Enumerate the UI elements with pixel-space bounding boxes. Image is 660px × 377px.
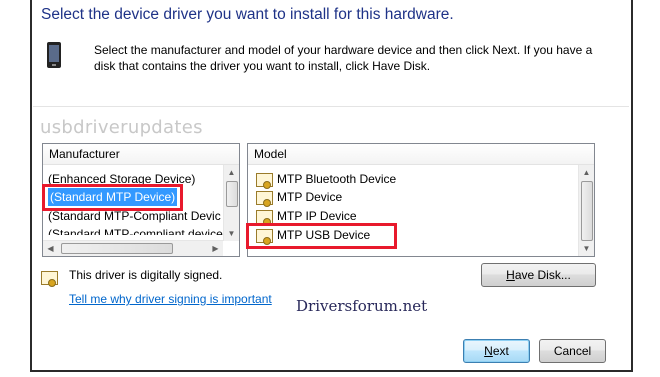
scroll-thumb[interactable] — [226, 181, 238, 207]
model-header: Model — [248, 144, 594, 165]
have-disk-button[interactable]: Have Disk... — [481, 263, 596, 287]
next-label: ext — [492, 344, 509, 358]
watermark-driversforum: Driversforum.net — [296, 297, 428, 315]
header-divider — [33, 106, 629, 107]
have-disk-label: ave Disk... — [514, 268, 571, 282]
model-vertical-scrollbar[interactable]: ▲ ▼ — [578, 165, 594, 256]
have-disk-accel: H — [506, 268, 515, 282]
manufacturer-red-highlight — [42, 184, 183, 211]
manufacturer-horizontal-scrollbar[interactable]: ◀ ▶ — [43, 240, 223, 256]
manufacturer-item[interactable]: (Standard MTP-compliant device — [48, 226, 223, 235]
watermark-usbdriverupdates: usbdriverupdates — [40, 117, 203, 138]
phone-icon — [47, 42, 61, 68]
scroll-down-icon[interactable]: ▼ — [579, 241, 594, 256]
scroll-thumb[interactable] — [581, 181, 593, 241]
manufacturer-header: Manufacturer — [43, 144, 239, 165]
scroll-down-icon[interactable]: ▼ — [224, 226, 239, 241]
scroll-left-icon[interactable]: ◀ — [43, 241, 58, 256]
certificate-icon — [41, 271, 58, 287]
scroll-up-icon[interactable]: ▲ — [579, 165, 594, 180]
certificate-icon — [256, 210, 273, 226]
scroll-right-icon[interactable]: ▶ — [208, 241, 223, 256]
driver-signed-status: This driver is digitally signed. — [69, 268, 223, 282]
next-accel: N — [484, 344, 493, 358]
model-item-label: MTP Bluetooth Device — [277, 172, 397, 186]
model-red-highlight — [246, 223, 397, 249]
dialog-heading: Select the device driver you want to ins… — [41, 6, 454, 23]
certificate-icon — [256, 191, 273, 207]
driver-signing-link[interactable]: Tell me why driver signing is important — [69, 292, 272, 306]
scroll-up-icon[interactable]: ▲ — [224, 165, 239, 180]
cancel-button[interactable]: Cancel — [539, 339, 606, 363]
next-button[interactable]: Next — [463, 339, 530, 363]
manufacturer-vertical-scrollbar[interactable]: ▲ ▼ — [223, 165, 239, 241]
model-item-label: MTP Device — [277, 190, 343, 204]
certificate-icon — [256, 173, 273, 189]
scroll-thumb[interactable] — [61, 243, 173, 254]
dialog-description: Select the manufacturer and model of you… — [94, 43, 593, 73]
